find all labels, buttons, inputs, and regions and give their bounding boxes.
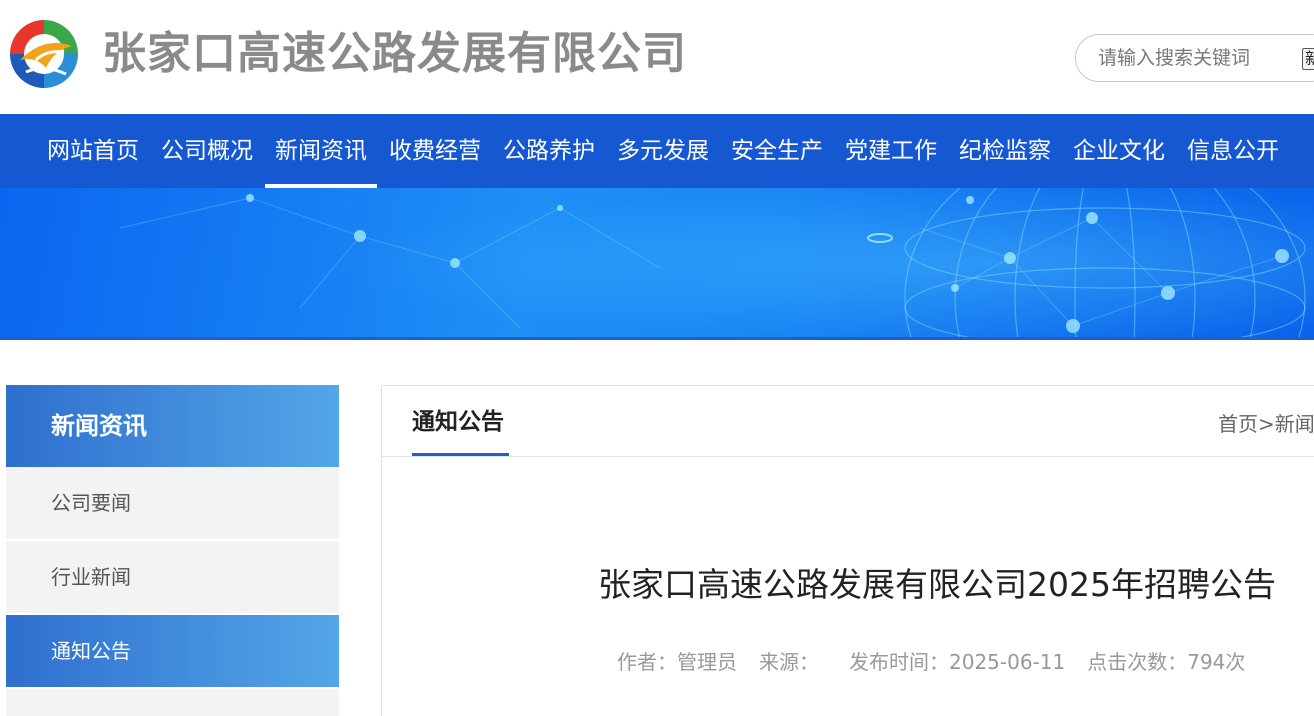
banner-bottom-line [0,337,1314,340]
nav-item-information-disclosure[interactable]: 信息公开 [1176,114,1290,188]
network-globe-graphic [0,188,1314,339]
author-value: 管理员 [677,650,737,674]
search-box: 新 [1075,34,1314,82]
nav-item-road-maintenance[interactable]: 公路养护 [492,114,606,188]
sidebar-item-company-news[interactable]: 公司要闻 [6,467,339,540]
main-nav: 网站首页 公司概况 新闻资讯 收费经营 公路养护 多元发展 安全生产 党建工作 … [0,114,1314,188]
sidebar-item-notices[interactable]: 通知公告 [6,615,339,688]
nav-item-toll-operations[interactable]: 收费经营 [378,114,492,188]
main-content: 通知公告 首页>新闻资讯 张家口高速公路发展有限公司2025年招聘公告 作者：管… [381,385,1314,716]
company-logo-icon[interactable] [6,16,82,92]
publish-date-label: 发布时间： [849,650,949,674]
source-label: 来源： [759,650,819,674]
site-header: 张家口高速公路发展有限公司 新 [0,0,1314,114]
breadcrumb-separator: > [1258,412,1275,436]
author-label: 作者： [617,650,677,674]
nav-item-corporate-culture[interactable]: 企业文化 [1062,114,1176,188]
sidebar-title: 新闻资讯 [6,385,339,467]
views-label: 点击次数： [1087,650,1188,674]
company-name: 张家口高速公路发展有限公司 [102,28,687,79]
article-meta: 作者：管理员 来源： 发布时间：2025-06-11 点击次数：794次 [617,646,1245,675]
nav-item-party-building[interactable]: 党建工作 [834,114,948,188]
nav-item-home[interactable]: 网站首页 [36,114,150,188]
breadcrumb: 首页>新闻资讯 [1218,408,1314,437]
sidebar-item-next[interactable] [6,689,339,716]
nav-item-company-overview[interactable]: 公司概况 [150,114,264,188]
breadcrumb-home-link[interactable]: 首页 [1218,412,1258,436]
sidebar-item-industry-news[interactable]: 行业新闻 [6,541,339,614]
search-input[interactable] [1098,45,1298,71]
article-title: 张家口高速公路发展有限公司2025年招聘公告 [598,565,1276,604]
breadcrumb-news-link[interactable]: 新闻资讯 [1275,412,1314,436]
publish-date-value: 2025-06-11 [949,650,1066,674]
tab-notices[interactable]: 通知公告 [412,386,504,456]
search-button[interactable]: 新 [1302,48,1314,70]
sidebar: 新闻资讯 公司要闻 行业新闻 通知公告 [6,385,339,716]
nav-item-safety-production[interactable]: 安全生产 [720,114,834,188]
nav-item-discipline-inspection[interactable]: 纪检监察 [948,114,1062,188]
header-banner [0,188,1314,339]
nav-item-diversified-development[interactable]: 多元发展 [606,114,720,188]
nav-item-news[interactable]: 新闻资讯 [264,114,378,188]
divider [382,456,1314,457]
views-value: 794次 [1187,650,1246,674]
nav-items: 网站首页 公司概况 新闻资讯 收费经营 公路养护 多元发展 安全生产 党建工作 … [36,114,1290,188]
